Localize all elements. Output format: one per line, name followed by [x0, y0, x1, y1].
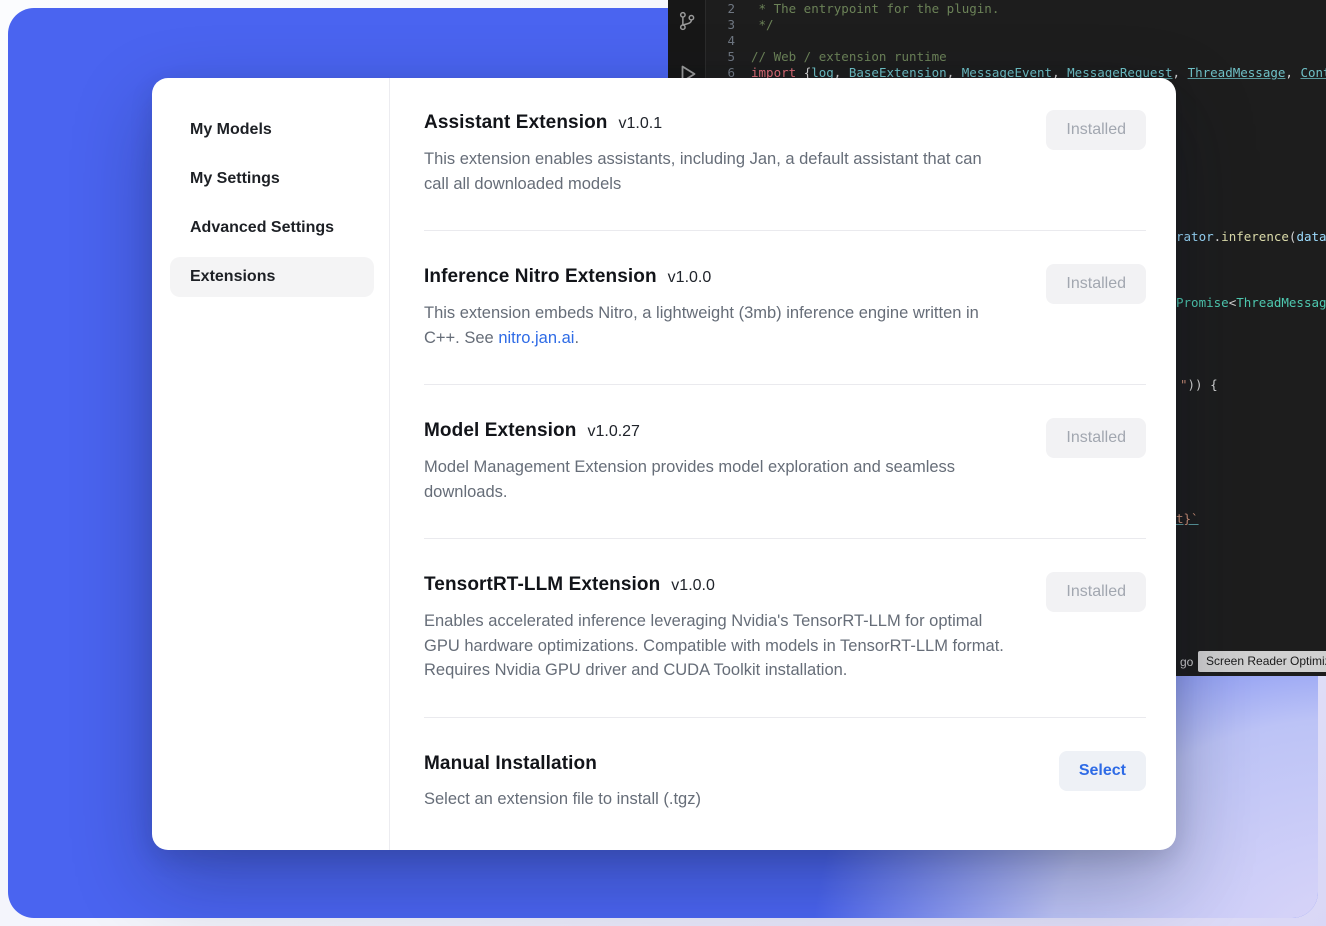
- settings-modal: My Models My Settings Advanced Settings …: [152, 78, 1176, 850]
- code-line: 4: [707, 33, 1326, 49]
- extension-row-inference-nitro: Inference Nitro Extension v1.0.0 This ex…: [424, 231, 1146, 385]
- manual-installation-row: Manual Installation Select an extension …: [424, 718, 1146, 812]
- extensions-panel: Assistant Extension v1.0.1 This extensio…: [390, 78, 1176, 850]
- manual-installation-description: Select an extension file to install (.tg…: [424, 787, 701, 812]
- statusbar-text: go: [1180, 654, 1193, 670]
- extension-title-line: TensortRT-LLM Extension v1.0.0: [424, 572, 1009, 599]
- extension-row-model: Model Extension v1.0.27 Model Management…: [424, 385, 1146, 539]
- extension-info: Assistant Extension v1.0.1 This extensio…: [424, 110, 1009, 196]
- sidebar-item-advanced-settings[interactable]: Advanced Settings: [170, 208, 374, 248]
- code-fragment: Promise<ThreadMessage>: [1176, 295, 1326, 311]
- code-fragment: t}`: [1176, 511, 1199, 527]
- code-lines: 2 * The entrypoint for the plugin.3 */45…: [707, 1, 1326, 81]
- sidebar-item-label: My Models: [190, 121, 272, 139]
- installed-button[interactable]: Installed: [1046, 418, 1146, 458]
- manual-installation-title: Manual Installation: [424, 751, 597, 777]
- code-line: 5// Web / extension runtime: [707, 49, 1326, 65]
- sidebar-item-extensions[interactable]: Extensions: [170, 257, 374, 297]
- source-control-icon[interactable]: [676, 10, 698, 36]
- extension-version: v1.0.27: [587, 419, 639, 445]
- extension-info: Manual Installation Select an extension …: [424, 751, 701, 812]
- description-text: .: [574, 329, 579, 347]
- extension-title: TensortRT-LLM Extension: [424, 572, 660, 598]
- extension-info: Model Extension v1.0.27 Model Management…: [424, 418, 1009, 504]
- extension-title-line: Assistant Extension v1.0.1: [424, 110, 1009, 137]
- installed-button[interactable]: Installed: [1046, 572, 1146, 612]
- page-background: 2 * The entrypoint for the plugin.3 */45…: [0, 0, 1326, 926]
- extension-description: Enables accelerated inference leveraging…: [424, 609, 1009, 683]
- extension-title: Model Extension: [424, 418, 576, 444]
- extension-title: Inference Nitro Extension: [424, 264, 657, 290]
- sidebar-item-label: My Settings: [190, 170, 280, 188]
- extension-info: TensortRT-LLM Extension v1.0.0 Enables a…: [424, 572, 1009, 683]
- extension-title: Assistant Extension: [424, 110, 608, 136]
- extension-description: This extension embeds Nitro, a lightweig…: [424, 301, 1009, 350]
- sidebar-item-label: Extensions: [190, 268, 275, 286]
- extension-info: Inference Nitro Extension v1.0.0 This ex…: [424, 264, 1009, 350]
- installed-button[interactable]: Installed: [1046, 264, 1146, 304]
- code-line: 3 */: [707, 17, 1326, 33]
- extension-version: v1.0.0: [671, 573, 715, 599]
- settings-sidebar: My Models My Settings Advanced Settings …: [152, 78, 390, 850]
- select-file-button[interactable]: Select: [1059, 751, 1146, 791]
- extension-description: Model Management Extension provides mode…: [424, 455, 1009, 504]
- extension-version: v1.0.1: [619, 111, 663, 137]
- installed-button[interactable]: Installed: [1046, 110, 1146, 150]
- nitro-jan-ai-link[interactable]: nitro.jan.ai: [498, 329, 574, 347]
- extension-version: v1.0.0: [668, 265, 712, 291]
- extension-title-line: Inference Nitro Extension v1.0.0: [424, 264, 1009, 291]
- extension-row-assistant: Assistant Extension v1.0.1 This extensio…: [424, 108, 1146, 231]
- extension-description: This extension enables assistants, inclu…: [424, 147, 1009, 196]
- code-fragment: ")) {: [1180, 377, 1218, 393]
- sidebar-item-my-settings[interactable]: My Settings: [170, 159, 374, 199]
- extension-row-tensorrt-llm: TensortRT-LLM Extension v1.0.0 Enables a…: [424, 539, 1146, 718]
- extension-title-line: Model Extension v1.0.27: [424, 418, 1009, 445]
- screen-reader-badge[interactable]: Screen Reader Optimize: [1198, 651, 1326, 672]
- sidebar-item-my-models[interactable]: My Models: [170, 110, 374, 150]
- sidebar-item-label: Advanced Settings: [190, 219, 334, 237]
- code-line: 2 * The entrypoint for the plugin.: [707, 1, 1326, 17]
- extension-title-line: Manual Installation: [424, 751, 701, 777]
- code-fragment: rator.inference(data));: [1176, 229, 1326, 245]
